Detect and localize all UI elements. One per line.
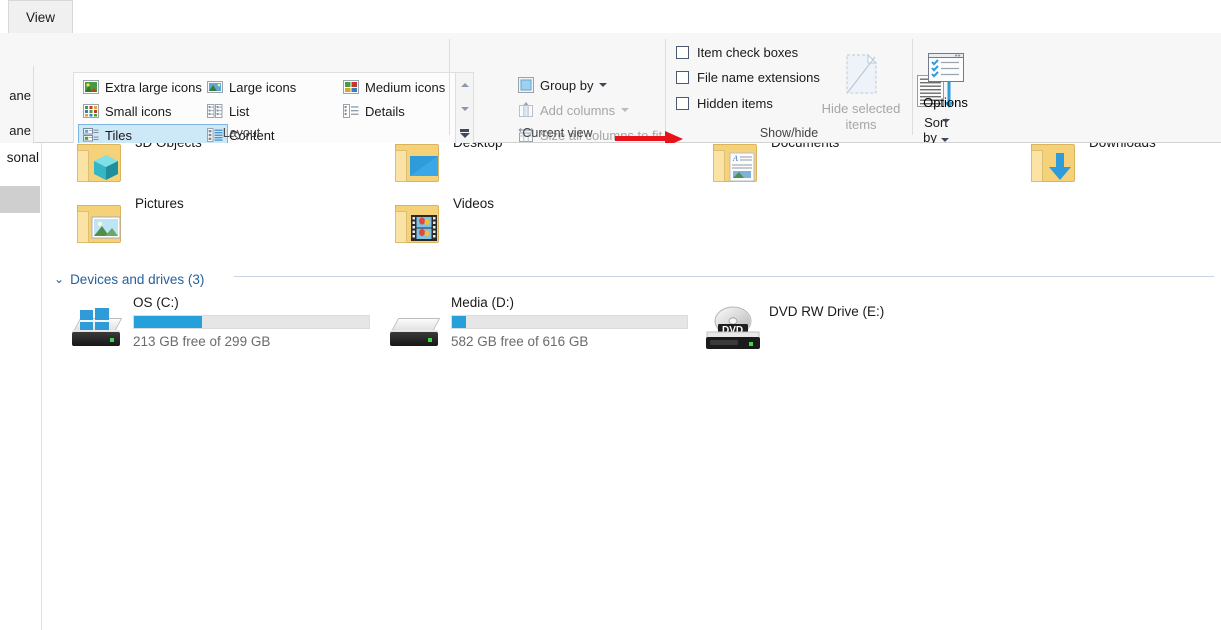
navigation-pane-selected-node[interactable] [0, 186, 40, 213]
options-button[interactable]: Options [913, 51, 978, 127]
folder-icon [73, 143, 127, 186]
item-check-boxes-checkbox[interactable] [676, 45, 689, 59]
group-by-icon [518, 77, 534, 93]
hide-selected-items-button[interactable]: Hide selected items [813, 51, 909, 133]
layout-group-label: Layout [222, 126, 261, 140]
preview-pane-label-clipped[interactable]: ane [9, 123, 31, 138]
file-name-extensions-option[interactable]: File name extensions [676, 67, 820, 87]
windows-drive-icon [70, 308, 126, 352]
layout-extra-large-icons-label: Extra large icons [105, 79, 202, 95]
folder-icon [391, 201, 445, 247]
folder-label: Videos [453, 196, 495, 211]
folder-label: Downloads [1089, 143, 1156, 150]
layout-details[interactable]: Details [338, 100, 418, 122]
layout-medium-icons[interactable]: Medium icons [338, 76, 454, 98]
svg-text:A: A [732, 154, 738, 163]
folder-label: Desktop [453, 143, 503, 150]
dvd-drive-icon: DVD [704, 304, 764, 355]
folder-icon [1027, 143, 1081, 186]
drive-capacity-bar [133, 315, 370, 329]
tab-view[interactable]: View [8, 0, 73, 33]
layout-details-label: Details [365, 103, 405, 119]
layout-list-label: List [229, 103, 250, 119]
drive-name: OS (C:) [133, 295, 179, 310]
details-icon [343, 103, 359, 119]
folder-icon: A [709, 143, 763, 186]
folder-icon [391, 143, 445, 186]
add-columns-button[interactable]: Add columns [518, 99, 630, 121]
show-hide-group-label: Show/hide [759, 126, 819, 140]
folder-label: Documents [771, 143, 839, 150]
chevron-down-icon[interactable]: ⌄ [54, 272, 64, 286]
navigation-pane-label-clipped[interactable]: ane [9, 88, 31, 103]
group-by-button[interactable]: Group by [518, 74, 608, 96]
current-view-group: Sort by Group by Add columns Size all co… [450, 33, 954, 145]
ribbon: ane ane Extra large icons Large icons Me… [0, 33, 1221, 175]
document-emblem: A [727, 152, 757, 182]
hidden-items-option[interactable]: Hidden items [676, 93, 773, 113]
layout-extra-large-icons[interactable]: Extra large icons [78, 76, 218, 98]
tab-view-label: View [25, 9, 56, 25]
layout-list[interactable]: List [202, 100, 272, 122]
hidden-items-checkbox[interactable] [676, 96, 689, 110]
drive-capacity-fill [134, 316, 203, 328]
drive-capacity-bar [451, 315, 688, 329]
layout-medium-icons-label: Medium icons [365, 79, 446, 95]
folder-label: 3D Objects [135, 143, 202, 150]
download-arrow-emblem [1045, 152, 1075, 182]
group-header-rule [234, 276, 1214, 277]
layout-large-icons-label: Large icons [229, 79, 297, 95]
large-icons-icon [207, 79, 223, 95]
drive-free-space: 582 GB free of 616 GB [451, 334, 589, 349]
devices-and-drives-group-header[interactable]: ⌄ Devices and drives (3) [54, 269, 204, 289]
options-group: Options [913, 33, 978, 142]
medium-icons-icon [343, 79, 359, 95]
hide-selected-items-label-line1: Hide selected [821, 101, 901, 116]
drive-free-space: 213 GB free of 299 GB [133, 334, 271, 349]
content-area: sonal 3D Objects [0, 143, 1221, 630]
options-icon [913, 51, 978, 95]
desktop-emblem [409, 152, 439, 182]
navigation-pane-clipped[interactable]: sonal [0, 143, 42, 630]
layout-small-icons[interactable]: Small icons [78, 100, 198, 122]
hard-drive-icon [388, 312, 444, 352]
personal-node-label-clipped[interactable]: sonal [7, 150, 39, 165]
folder-icon [73, 201, 127, 247]
drive-capacity-fill [452, 316, 467, 328]
item-check-boxes-label: Item check boxes [697, 44, 799, 60]
options-dropdown-chevron-icon[interactable] [941, 119, 950, 123]
layout-group: Extra large icons Large icons Medium ico… [34, 33, 474, 146]
layout-large-icons[interactable]: Large icons [202, 76, 312, 98]
drive-name: DVD RW Drive (E:) [769, 304, 885, 319]
options-label: Options [923, 95, 968, 110]
hide-selected-items-icon [813, 51, 909, 101]
extra-large-icons-icon [83, 79, 99, 95]
file-name-extensions-checkbox[interactable] [676, 70, 689, 84]
list-icon [207, 103, 223, 119]
ribbon-tab-strip: View [0, 0, 1221, 34]
folder-label: Pictures [135, 196, 184, 211]
file-name-extensions-label: File name extensions [697, 69, 820, 85]
3d-cube-emblem [91, 152, 121, 182]
picture-emblem [91, 213, 121, 243]
file-explorer-window: View ane ane Extra large icons Large ico… [0, 0, 1221, 630]
video-emblem [409, 213, 439, 243]
show-hide-group: Item check boxes File name extensions Hi… [666, 33, 912, 142]
devices-and-drives-title: Devices and drives (3) [70, 271, 205, 287]
layout-small-icons-label: Small icons [105, 103, 172, 119]
drive-name: Media (D:) [451, 295, 515, 310]
item-check-boxes-option[interactable]: Item check boxes [676, 42, 798, 62]
hidden-items-label: Hidden items [697, 95, 773, 111]
add-columns-icon [518, 102, 534, 118]
group-by-label: Group by [540, 77, 594, 93]
small-icons-icon [83, 103, 99, 119]
add-columns-label: Add columns [540, 102, 616, 118]
